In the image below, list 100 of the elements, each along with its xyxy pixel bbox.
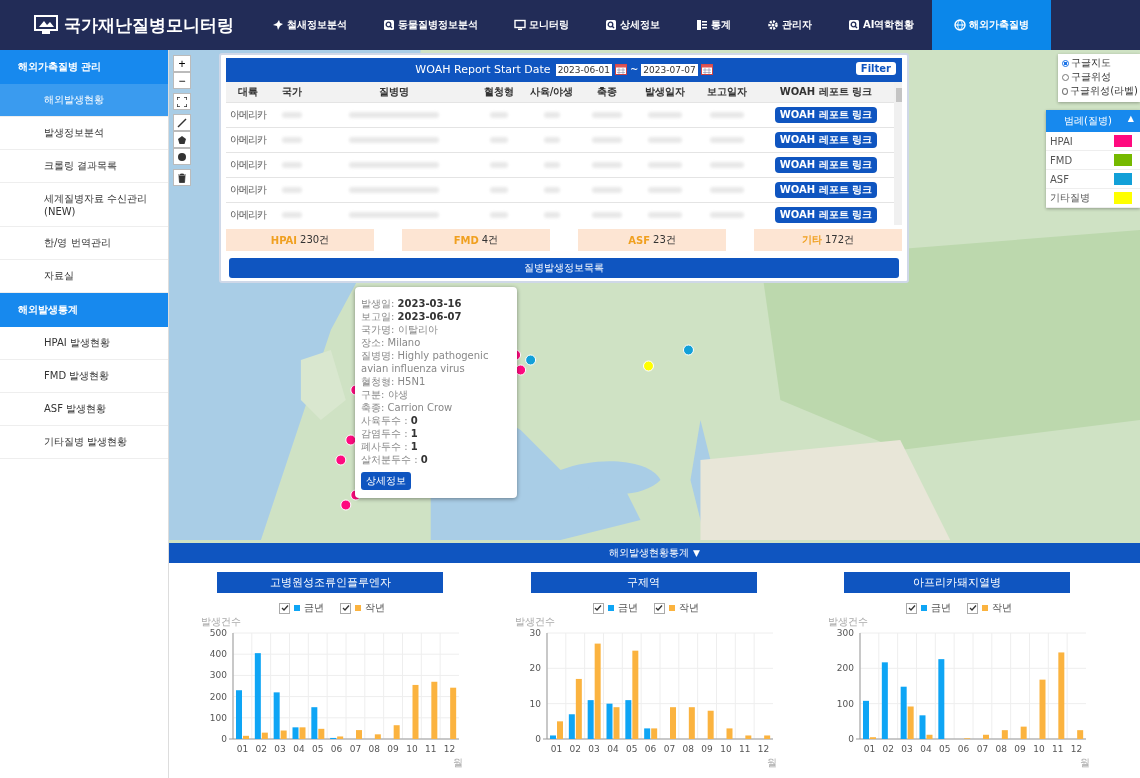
bar <box>356 730 362 739</box>
map-marker[interactable] <box>682 344 694 356</box>
x-tick-label: 04 <box>920 744 932 754</box>
legend-checkbox[interactable] <box>340 602 351 614</box>
x-tick-label: 03 <box>588 744 600 754</box>
nav-tab[interactable]: AI역학현황 <box>830 0 933 50</box>
draw-circle-button[interactable] <box>173 148 191 165</box>
nav-tab[interactable]: 모니터링 <box>496 0 587 50</box>
bar <box>393 725 400 739</box>
map-marker[interactable] <box>515 364 527 376</box>
bar <box>707 710 714 739</box>
calendar-icon[interactable] <box>614 64 627 76</box>
y-tick-label: 0 <box>221 734 227 744</box>
pentagon-icon <box>177 134 187 145</box>
scrollbar[interactable] <box>894 81 902 226</box>
legend-checkbox[interactable] <box>592 602 604 614</box>
bar <box>763 735 770 739</box>
popup-detail: 발생일: 2023-03-16 <box>361 297 463 310</box>
zoom-out-button[interactable]: − <box>173 72 191 89</box>
legend-checkbox[interactable] <box>279 602 290 614</box>
y-tick-label: 10 <box>529 698 541 709</box>
legend-checkbox[interactable] <box>653 602 665 614</box>
monitor-logo-icon <box>34 15 58 35</box>
map-type-radio[interactable]: 구글지도 <box>1062 56 1138 70</box>
x-tick-label: 09 <box>387 744 399 754</box>
nav-tab[interactable]: 상세정보 <box>587 0 678 50</box>
series-swatch <box>294 605 300 611</box>
map-type-radio[interactable]: 구글위성 <box>1062 70 1138 84</box>
series-label: 작년 <box>365 601 385 615</box>
x-tick-label: 07 <box>349 744 362 754</box>
draw-line-button[interactable] <box>173 114 191 131</box>
collapse-toggle[interactable]: ▼ <box>693 548 700 558</box>
x-tick-label: 01 <box>864 744 876 754</box>
map-type-radio[interactable]: 구글위성(라벨) <box>1062 84 1138 98</box>
popup-detail: 축종: Carrion Crow <box>361 401 454 414</box>
map-marker[interactable] <box>340 499 352 511</box>
map-marker[interactable] <box>345 434 357 446</box>
circle-icon <box>177 151 187 162</box>
chart-title: 아프리카돼지열병 <box>844 572 1071 593</box>
series-label: 금년 <box>617 601 638 615</box>
report-link-button[interactable]: WOAH 레포트 링크 <box>774 106 878 123</box>
series-swatch <box>668 605 675 611</box>
report-link-button[interactable]: WOAH 레포트 링크 <box>774 131 878 148</box>
gear-icon <box>767 19 779 31</box>
bar <box>1002 730 1009 739</box>
filter-button[interactable]: Filter <box>855 62 896 75</box>
search-icon <box>848 19 860 31</box>
globe-icon <box>954 19 967 31</box>
disease-list-button[interactable]: 질병발생정보목록 <box>229 258 899 278</box>
bar <box>450 687 457 739</box>
x-tick-label: 01 <box>236 744 249 754</box>
document-search-icon <box>383 19 395 31</box>
x-tick-label: 08 <box>995 744 1008 754</box>
report-link-button[interactable]: WOAH 레포트 링크 <box>774 206 878 223</box>
fullscreen-button[interactable] <box>173 93 191 110</box>
start-date-field[interactable]: 2023-06-01 <box>555 63 612 76</box>
map-marker[interactable] <box>525 354 537 366</box>
report-link-button[interactable]: WOAH 레포트 링크 <box>774 181 878 198</box>
app-title: 국가재난질병모니터링 <box>64 13 234 37</box>
series-label: 작년 <box>992 601 1013 615</box>
x-tick-label: 11 <box>1052 744 1064 754</box>
x-tick-label: 01 <box>550 744 562 754</box>
legend-header[interactable]: 범례(질병) ▲ <box>1046 110 1140 132</box>
draw-polygon-button[interactable] <box>173 131 191 148</box>
nav-tab[interactable]: 해외가축질병 <box>932 0 1052 50</box>
table-cell-text: 아메리카 <box>229 207 268 222</box>
map-marker[interactable] <box>643 360 654 372</box>
column-header: 질병명 <box>378 84 410 99</box>
delete-button[interactable] <box>173 169 191 186</box>
calendar-icon[interactable] <box>700 64 713 76</box>
legend-label: ASF <box>1049 173 1070 185</box>
x-tick-label: 11 <box>425 744 437 754</box>
x-tick-label: 02 <box>255 744 267 754</box>
legend-label: HPAI <box>1049 135 1074 147</box>
nav-tab[interactable]: 관리자 <box>749 0 830 50</box>
fullscreen-icon <box>177 96 187 107</box>
x-tick-label: 05 <box>312 744 324 754</box>
y-tick-label: 20 <box>529 663 541 674</box>
map-marker[interactable] <box>335 454 347 466</box>
y-tick-label: 100 <box>837 698 855 709</box>
nav-tab[interactable]: 철새정보분석 <box>254 0 365 50</box>
detail-button[interactable]: 상세정보 <box>361 472 411 490</box>
legend-checkbox[interactable] <box>906 602 918 614</box>
statistics-title: 해외발생현황통계 <box>609 546 690 560</box>
nav-tab[interactable]: 통계 <box>678 0 749 50</box>
statistics-bar[interactable]: 해외발생현황통계 ▼ <box>169 543 1140 563</box>
date-range-separator: ~ <box>629 64 639 76</box>
y-axis-title: 발생건수 <box>514 616 555 627</box>
sidebar-section-header[interactable]: 해외가축질병 관리 <box>0 50 168 84</box>
collapse-toggle[interactable]: ▲ <box>1127 114 1134 128</box>
popup-detail: 구분: 야생 <box>361 388 409 401</box>
x-tick-label: 06 <box>330 744 343 754</box>
legend-checkbox[interactable] <box>967 602 979 614</box>
end-date-field[interactable]: 2023-07-07 <box>641 63 698 76</box>
report-link-button[interactable]: WOAH 레포트 링크 <box>774 156 878 173</box>
nav-tab[interactable]: 동물질병정보분석 <box>365 0 496 50</box>
monitor-icon <box>514 19 526 31</box>
x-axis-title: 월 <box>766 757 777 768</box>
zoom-in-button[interactable]: + <box>173 55 191 72</box>
sidebar-section-header[interactable]: 해외발생통계 <box>0 293 168 327</box>
